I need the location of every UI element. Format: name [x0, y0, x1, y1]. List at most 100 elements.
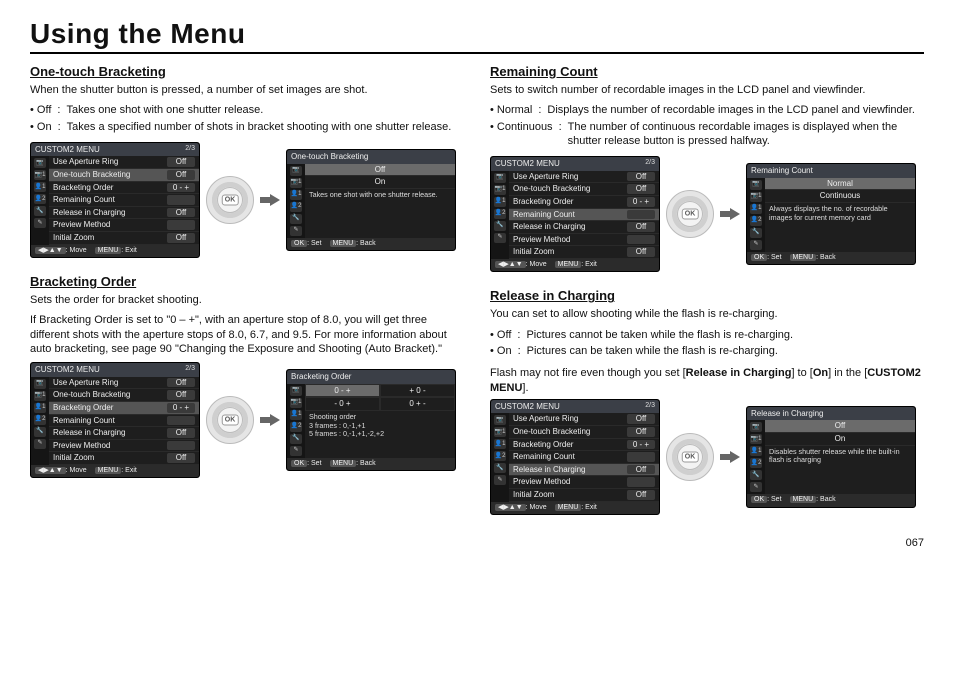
key-icon: OK [751, 254, 767, 261]
menu-row-label: Initial Zoom [513, 490, 627, 500]
option-desc: Takes one shot with one shutter release. [305, 189, 455, 202]
mode-icon: 👤1 [750, 204, 762, 214]
menu-row[interactable]: Release in ChargingOff [509, 221, 659, 234]
menu-row[interactable]: Remaining Count [509, 451, 659, 464]
figure-release: CUSTOM2 MENU2/3📷📷1👤1👤2🔧✎Use Aperture Rin… [490, 399, 924, 515]
footer-hint: OK: Set [751, 254, 782, 262]
mode-icon: 👤2 [290, 422, 302, 432]
option-row[interactable]: Continuous [765, 190, 915, 203]
intro-bracketing: Sets the order for bracket shooting. [30, 293, 464, 307]
key-icon: MENU [330, 240, 357, 247]
page-title: Using the Menu [30, 18, 924, 54]
mode-icon: 📷1 [750, 192, 762, 202]
menu-row[interactable]: Initial ZoomOff [509, 246, 659, 259]
section-bracketing: Bracketing Order Sets the order for brac… [30, 274, 464, 478]
heading-onetouch: One-touch Bracketing [30, 64, 464, 79]
menu-row[interactable]: Release in ChargingOff [49, 427, 199, 440]
note-text: ] in the [ [828, 367, 867, 379]
menu-row-value [167, 441, 195, 451]
lcd-title: Release in Charging [747, 407, 915, 421]
menu-row[interactable]: Use Aperture RingOff [509, 413, 659, 426]
menu-row-value: Off [167, 233, 195, 243]
mode-icon: 📷 [34, 379, 46, 389]
menu-row[interactable]: One-touch BracketingOff [49, 169, 199, 182]
mode-icon: ✎ [494, 475, 506, 485]
lcd-title-text: Bracketing Order [291, 372, 351, 382]
bullet: • Off:Takes one shot with one shutter re… [30, 103, 464, 117]
mode-icon: ✎ [750, 240, 762, 250]
menu-row-label: Release in Charging [53, 208, 167, 218]
option-cell[interactable]: 0 + - [380, 397, 455, 411]
option-row[interactable]: On [305, 176, 455, 189]
menu-row[interactable]: Initial ZoomOff [49, 232, 199, 245]
option-row[interactable]: Off [305, 164, 455, 177]
mode-icon: 📷 [750, 180, 762, 190]
menu-row[interactable]: Use Aperture RingOff [509, 171, 659, 184]
mode-icon: 🔧 [750, 228, 762, 238]
menu-row[interactable]: Use Aperture RingOff [49, 156, 199, 169]
menu-row[interactable]: Bracketing Order0 - + [49, 182, 199, 195]
menu-row[interactable]: Preview Method [509, 476, 659, 489]
bullet-label: • Off [490, 328, 511, 342]
menu-row[interactable]: Preview Method [509, 234, 659, 247]
intro-remaining: Sets to switch number of recordable imag… [490, 83, 924, 97]
menu-row[interactable]: Bracketing Order0 - + [509, 439, 659, 452]
option-desc: Always displays the no. of recordable im… [765, 203, 915, 224]
menu-row[interactable]: Preview Method [49, 219, 199, 232]
bullet-label: • Off [30, 103, 51, 117]
section-remaining: Remaining Count Sets to switch number of… [490, 64, 924, 272]
menu-row[interactable]: One-touch BracketingOff [49, 389, 199, 402]
option-cell[interactable]: + 0 - [380, 384, 455, 398]
option-cell[interactable]: - 0 + [305, 397, 380, 411]
menu-row[interactable]: Remaining Count [509, 209, 659, 222]
footer-hint: OK: Set [751, 496, 782, 504]
option-cell[interactable]: 0 - + [305, 384, 380, 398]
menu-row[interactable]: Bracketing Order0 - + [49, 402, 199, 415]
lcd-sidebar: 📷📷1👤1👤2🔧✎ [491, 171, 509, 259]
option-row[interactable]: Off [765, 420, 915, 433]
menu-row-value [627, 235, 655, 245]
mode-icon: ✎ [34, 218, 46, 228]
menu-row-value: Off [167, 428, 195, 438]
menu-row[interactable]: Use Aperture RingOff [49, 377, 199, 390]
key-icon: MENU [555, 261, 582, 268]
option-desc: Disables shutter release while the built… [765, 446, 915, 467]
menu-row[interactable]: Preview Method [49, 440, 199, 453]
mode-icon: 👤1 [34, 182, 46, 192]
menu-row-value: 0 - + [167, 403, 195, 413]
option-row[interactable]: On [765, 433, 915, 446]
lcd-body: 📷📷1👤1👤2🔧✎OffOnDisables shutter release w… [747, 420, 915, 494]
key-label: : Move [66, 467, 87, 474]
lcd-body: 📷📷1👤1👤2🔧✎OffOnTakes one shot with one sh… [287, 164, 455, 238]
lcd-sidebar: 📷📷1👤1👤2🔧✎ [491, 413, 509, 501]
menu-row[interactable]: Bracketing Order0 - + [509, 196, 659, 209]
menu-row[interactable]: One-touch BracketingOff [509, 183, 659, 196]
colon: : [55, 103, 62, 117]
menu-row[interactable]: One-touch BracketingOff [509, 426, 659, 439]
lcd-footer: OK: SetMENU: Back [747, 494, 915, 506]
figure-bracketing: CUSTOM2 MENU2/3📷📷1👤1👤2🔧✎Use Aperture Rin… [30, 362, 464, 478]
colon: : [515, 328, 522, 342]
lcd-detail-release: Release in Charging📷📷1👤1👤2🔧✎OffOnDisable… [746, 406, 916, 508]
menu-row-label: Remaining Count [513, 210, 627, 220]
menu-row[interactable]: Release in ChargingOff [509, 464, 659, 477]
option-row[interactable]: Normal [765, 178, 915, 191]
menu-row[interactable]: Initial ZoomOff [509, 489, 659, 502]
mode-icon: 📷 [290, 166, 302, 176]
lcd-list: OffOnDisables shutter release while the … [765, 420, 915, 494]
arrow-icon [720, 451, 740, 463]
menu-row-label: Use Aperture Ring [53, 157, 167, 167]
menu-row[interactable]: Remaining Count [49, 415, 199, 428]
key-icon: MENU [555, 504, 582, 511]
menu-row[interactable]: Remaining Count [49, 194, 199, 207]
lcd-footer: OK: SetMENU: Back [747, 252, 915, 264]
menu-row[interactable]: Release in ChargingOff [49, 207, 199, 220]
menu-row-label: Preview Method [513, 477, 627, 487]
lcd-list: 0 - ++ 0 -- 0 +0 + -Shooting order3 fram… [305, 384, 455, 458]
menu-row-label: One-touch Bracketing [513, 427, 627, 437]
note-text: ] to [ [791, 367, 812, 379]
key-icon: OK [291, 240, 307, 247]
menu-row[interactable]: Initial ZoomOff [49, 452, 199, 465]
mode-icon: 👤1 [34, 403, 46, 413]
menu-row-value: Off [627, 247, 655, 257]
